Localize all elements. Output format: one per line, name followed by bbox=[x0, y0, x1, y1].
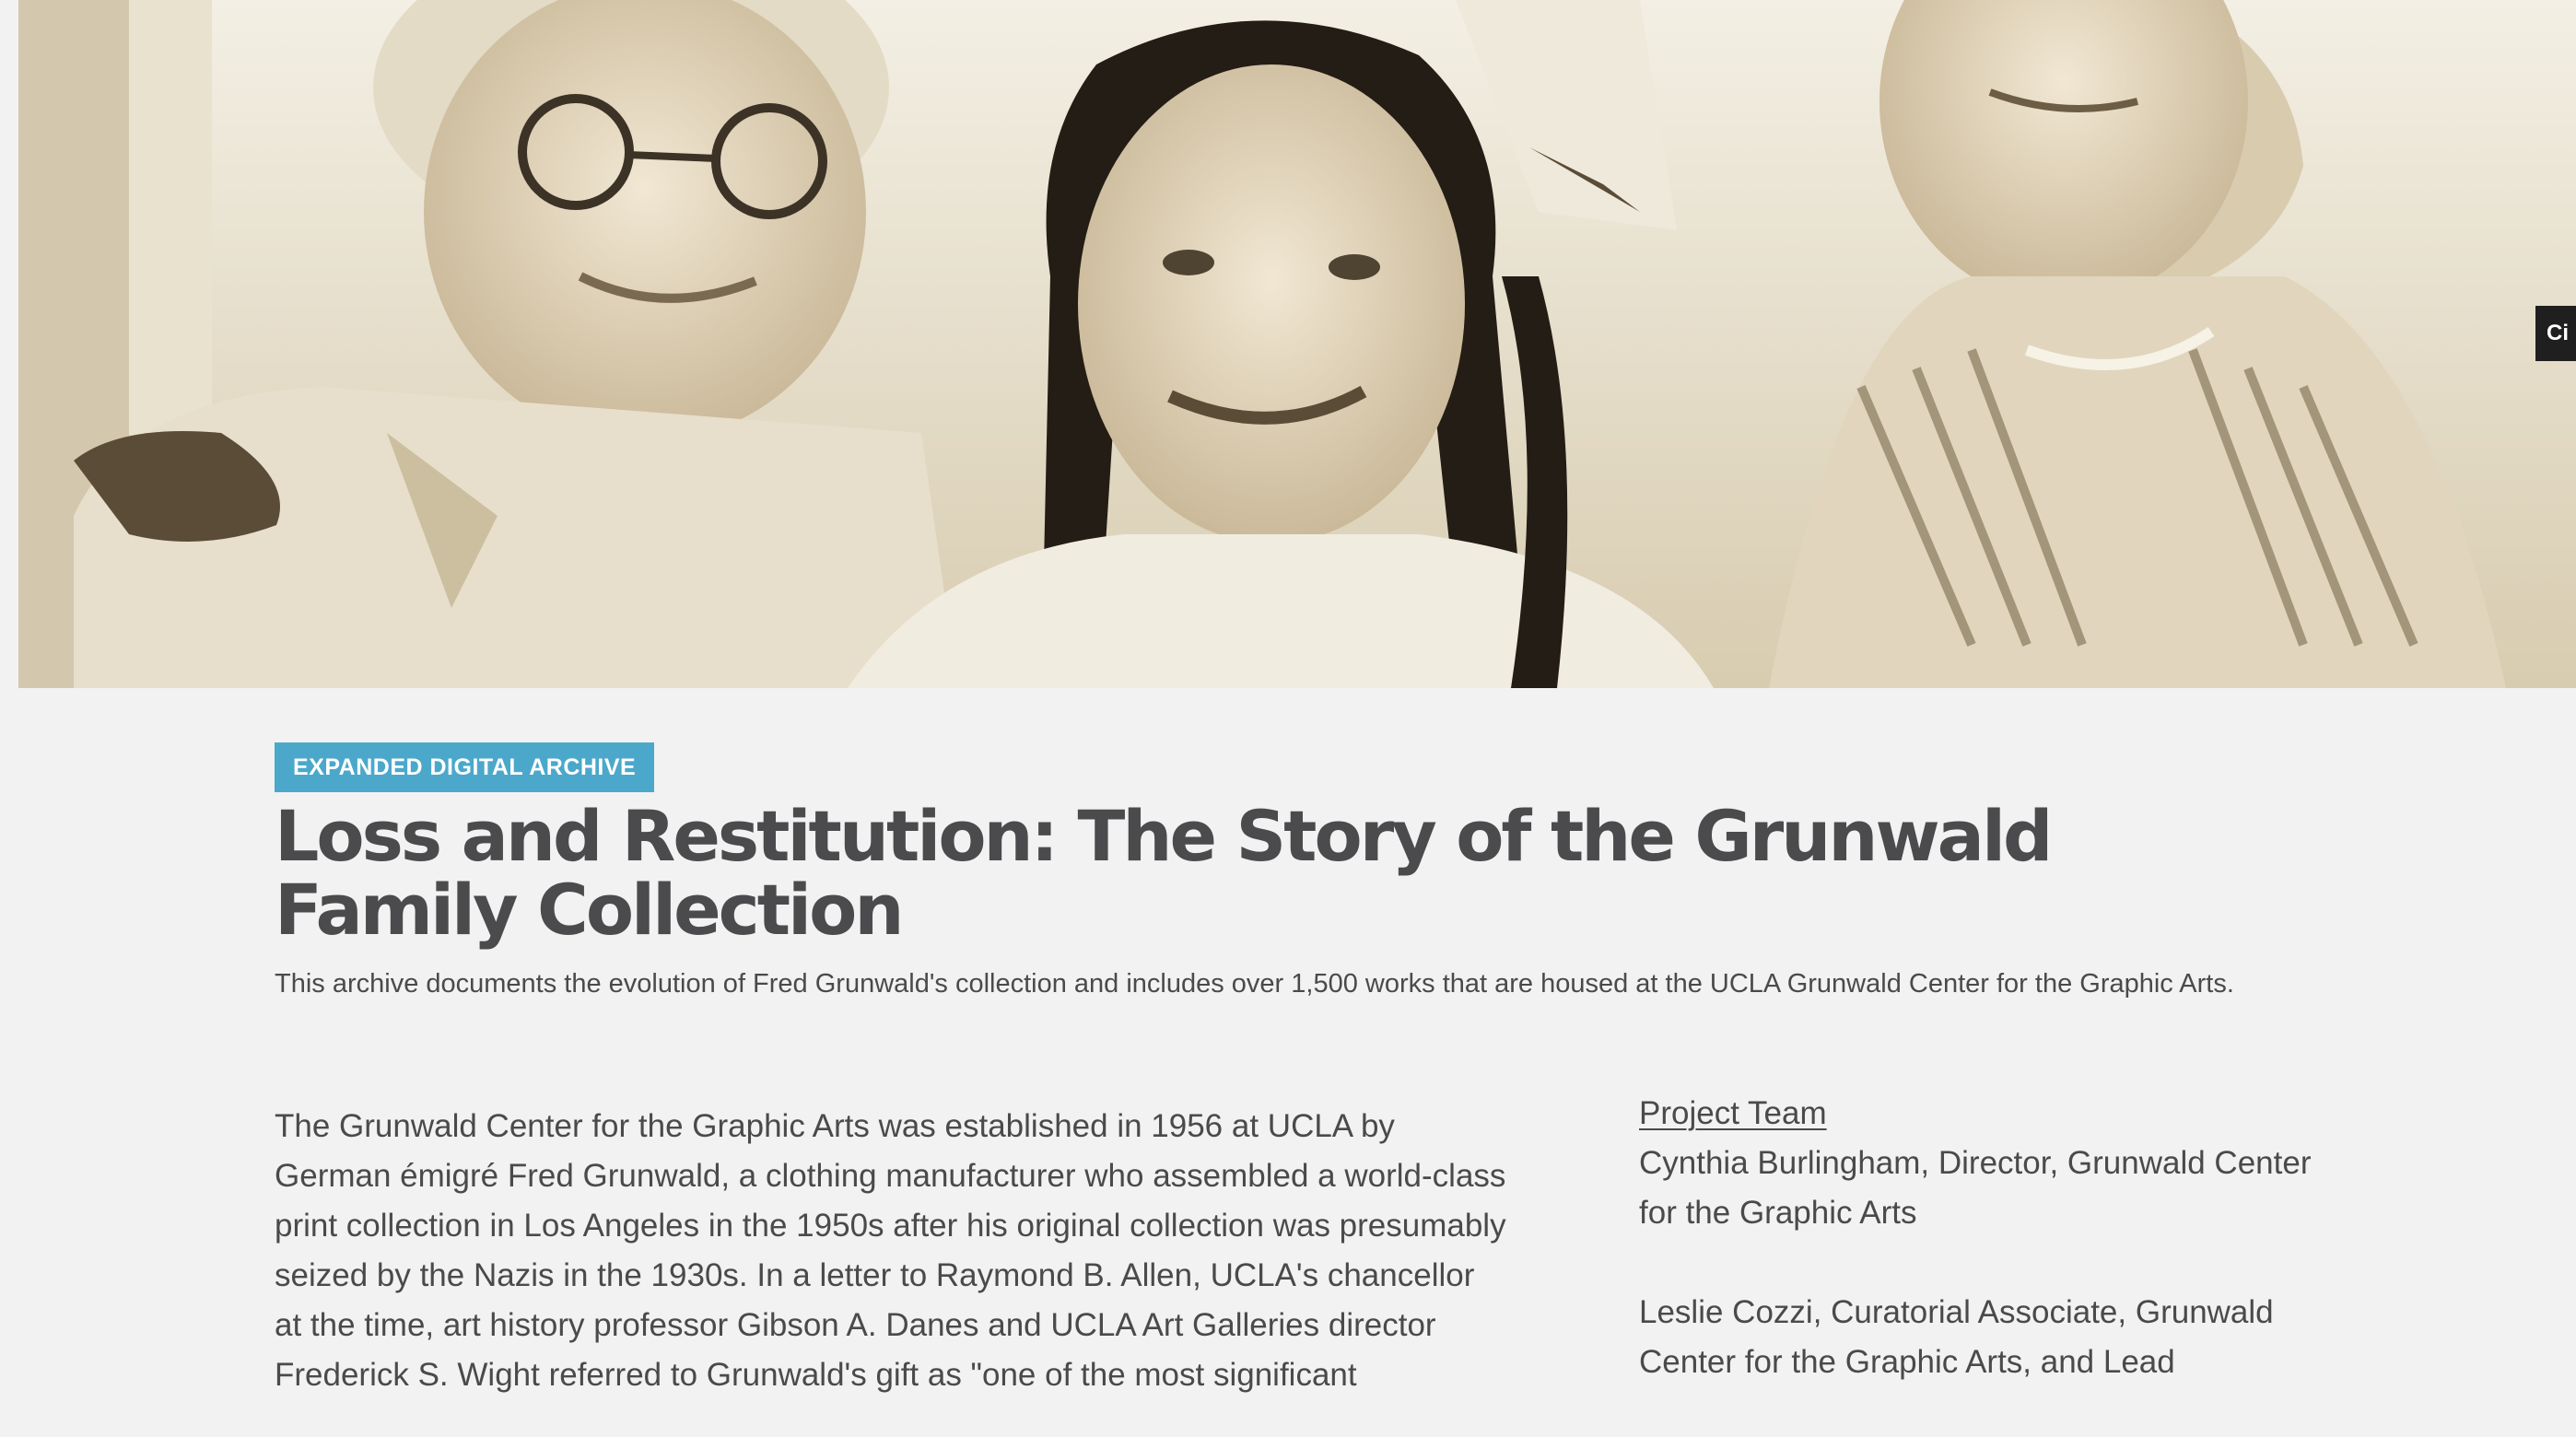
page-subtitle: This archive documents the evolution of … bbox=[275, 969, 2234, 999]
team-member: Cynthia Burlingham, Director, Grunwald C… bbox=[1639, 1145, 2312, 1231]
article-body: The Grunwald Center for the Graphic Arts… bbox=[275, 1102, 1509, 1400]
hero-image bbox=[18, 0, 2576, 688]
team-member: Leslie Cozzi, Curatorial Associate, Grun… bbox=[1639, 1294, 2274, 1380]
cite-tab-button[interactable]: Ci bbox=[2535, 306, 2576, 361]
category-badge[interactable]: EXPANDED DIGITAL ARCHIVE bbox=[275, 742, 655, 792]
hero-photo-illustration bbox=[18, 0, 2576, 688]
article-header: EXPANDED DIGITAL ARCHIVE Loss and Restit… bbox=[275, 742, 2301, 1000]
project-team-link[interactable]: Project Team bbox=[1639, 1089, 2339, 1139]
page-title: Loss and Restitution: The Story of the G… bbox=[275, 795, 2053, 951]
body-paragraph: The Grunwald Center for the Graphic Arts… bbox=[275, 1108, 1506, 1393]
project-team-sidebar: Project Team Cynthia Burlingham, Directo… bbox=[1639, 1089, 2339, 1437]
